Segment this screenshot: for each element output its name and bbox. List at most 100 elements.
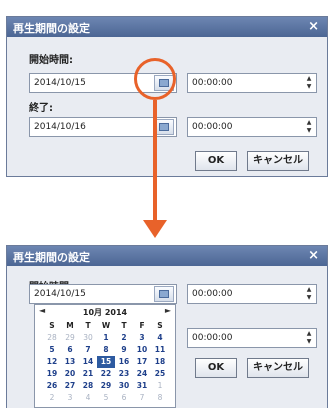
start-time-field[interactable]: 00:00:00 ▲ ▼ [187, 73, 317, 93]
day-cell[interactable]: 22 [97, 368, 115, 380]
calendar-popup: ◄ 10月 2014 ► S M T W T F S 28 29 30 1 2 … [34, 304, 176, 408]
start-time-field[interactable]: 00:00:00 ▲ ▼ [187, 284, 317, 304]
day-cell[interactable]: 5 [97, 392, 115, 404]
day-cell[interactable]: 3 [133, 332, 151, 344]
week-row: 12 13 14 15 16 17 18 [43, 356, 171, 368]
cancel-button[interactable]: キャンセル [247, 151, 309, 171]
weekday-label: F [139, 321, 145, 330]
day-cell[interactable]: 6 [61, 344, 79, 356]
end-time-value: 00:00:00 [192, 333, 233, 343]
day-cell[interactable]: 28 [43, 332, 61, 344]
close-icon[interactable]: × [308, 248, 319, 263]
arrow-down-icon [143, 220, 167, 238]
spin-up-icon[interactable]: ▲ [303, 286, 315, 294]
weekday-label: M [66, 321, 74, 330]
day-cell[interactable]: 4 [79, 392, 97, 404]
weekday-label: S [157, 321, 163, 330]
day-cell[interactable]: 10 [133, 344, 151, 356]
start-time-value: 00:00:00 [192, 289, 233, 299]
day-cell[interactable]: 17 [133, 356, 151, 368]
ok-button[interactable]: OK [195, 358, 237, 378]
time-spinner[interactable]: ▲ ▼ [303, 75, 315, 91]
day-cell[interactable]: 20 [61, 368, 79, 380]
day-cell[interactable]: 13 [61, 356, 79, 368]
week-row: 26 27 28 29 30 31 1 [43, 380, 171, 392]
ok-button[interactable]: OK [195, 151, 237, 171]
day-cell[interactable]: 16 [115, 356, 133, 368]
day-cell[interactable]: 24 [133, 368, 151, 380]
day-cell[interactable]: 27 [61, 380, 79, 392]
spin-down-icon[interactable]: ▼ [303, 83, 315, 91]
day-cell[interactable]: 4 [151, 332, 169, 344]
day-cell[interactable]: 26 [43, 380, 61, 392]
weekday-label: W [101, 321, 111, 330]
arrow-shaft [153, 100, 157, 224]
day-cell[interactable]: 7 [133, 392, 151, 404]
day-cell[interactable]: 31 [133, 380, 151, 392]
end-date-value: 2014/10/16 [34, 122, 86, 132]
week-row: 5 6 7 8 9 10 11 [43, 344, 171, 356]
day-cell[interactable]: 25 [151, 368, 169, 380]
day-cell[interactable]: 28 [79, 380, 97, 392]
end-time-field[interactable]: 00:00:00 ▲ ▼ [187, 117, 317, 137]
next-month-icon[interactable]: ► [165, 306, 171, 315]
calendar-grid: S M T W T F S 28 29 30 1 2 3 4 5 6 7 8 9… [43, 320, 171, 404]
day-cell[interactable]: 9 [115, 344, 133, 356]
day-cell[interactable]: 8 [151, 392, 169, 404]
day-cell[interactable]: 11 [151, 344, 169, 356]
end-time-value: 00:00:00 [192, 122, 233, 132]
close-icon[interactable]: × [308, 19, 319, 34]
calendar-icon[interactable] [154, 119, 174, 135]
week-row: 19 20 21 22 23 24 25 [43, 368, 171, 380]
day-cell[interactable]: 5 [43, 344, 61, 356]
end-label: 終了: [29, 103, 53, 114]
day-cell[interactable]: 8 [97, 344, 115, 356]
day-cell[interactable]: 30 [115, 380, 133, 392]
day-cell[interactable]: 21 [79, 368, 97, 380]
day-cell[interactable]: 1 [97, 332, 115, 344]
start-label: 開始時間: [29, 55, 73, 66]
time-spinner[interactable]: ▲ ▼ [303, 119, 315, 135]
day-cell[interactable]: 2 [115, 332, 133, 344]
time-spinner[interactable]: ▲ ▼ [303, 330, 315, 346]
end-time-field[interactable]: 00:00:00 ▲ ▼ [187, 328, 317, 348]
dialog-title: 再生期間の設定 [13, 251, 90, 264]
spin-up-icon[interactable]: ▲ [303, 119, 315, 127]
spin-up-icon[interactable]: ▲ [303, 330, 315, 338]
cancel-button[interactable]: キャンセル [247, 358, 309, 378]
weekday-row: S M T W T F S [43, 320, 171, 332]
week-row: 2 3 4 5 6 7 8 [43, 392, 171, 404]
spin-down-icon[interactable]: ▼ [303, 294, 315, 302]
day-cell[interactable]: 2 [43, 392, 61, 404]
spin-up-icon[interactable]: ▲ [303, 75, 315, 83]
start-date-field[interactable]: 2014/10/15 [29, 284, 177, 304]
day-cell[interactable]: 19 [43, 368, 61, 380]
top-dialog: 再生期間の設定 × 開始時間: 2014/10/15 00:00:00 ▲ ▼ … [6, 16, 328, 177]
day-cell[interactable]: 1 [151, 380, 169, 392]
spin-down-icon[interactable]: ▼ [303, 338, 315, 346]
day-cell[interactable]: 29 [61, 332, 79, 344]
time-spinner[interactable]: ▲ ▼ [303, 286, 315, 302]
start-date-value: 2014/10/15 [34, 289, 86, 299]
day-cell[interactable]: 3 [61, 392, 79, 404]
day-cell[interactable]: 12 [43, 356, 61, 368]
day-cell[interactable]: 29 [97, 380, 115, 392]
weekday-label: T [85, 321, 91, 330]
calendar-icon[interactable] [154, 286, 174, 302]
start-time-value: 00:00:00 [192, 78, 233, 88]
day-cell[interactable]: 30 [79, 332, 97, 344]
weekday-label: S [49, 321, 55, 330]
week-row: 28 29 30 1 2 3 4 [43, 332, 171, 344]
dialog-title: 再生期間の設定 [13, 22, 90, 35]
day-cell[interactable]: 23 [115, 368, 133, 380]
day-cell[interactable]: 18 [151, 356, 169, 368]
day-cell-selected[interactable]: 15 [97, 356, 115, 368]
day-cell[interactable]: 14 [79, 356, 97, 368]
title-bar: 再生期間の設定 × [7, 17, 327, 37]
day-cell[interactable]: 7 [79, 344, 97, 356]
start-date-value: 2014/10/15 [34, 78, 86, 88]
highlight-circle [134, 58, 176, 100]
calendar-month-header: 10月 2014 [82, 308, 128, 317]
spin-down-icon[interactable]: ▼ [303, 127, 315, 135]
day-cell[interactable]: 6 [115, 392, 133, 404]
